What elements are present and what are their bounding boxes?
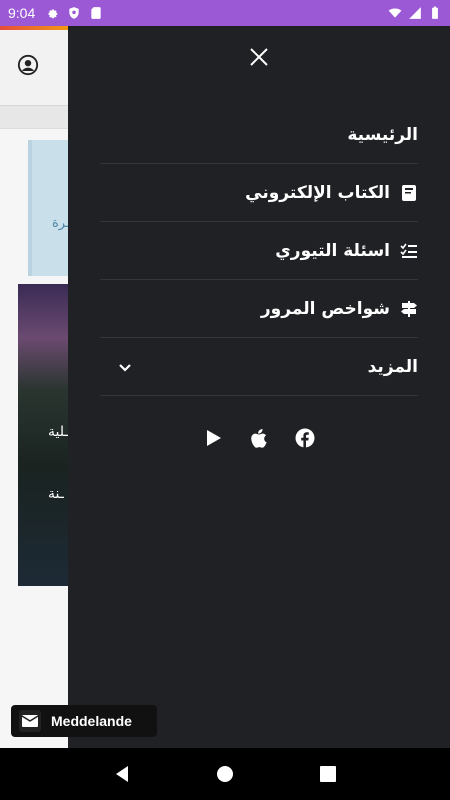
menu-item-label: الكتاب الإلكتروني xyxy=(245,182,390,203)
play-store-icon[interactable] xyxy=(203,428,223,448)
back-button[interactable] xyxy=(112,764,132,784)
checklist-icon xyxy=(400,242,418,260)
home-button[interactable] xyxy=(215,764,235,784)
menu-item-theory-questions[interactable]: اسئلة التيوري xyxy=(100,222,418,280)
recents-icon xyxy=(320,766,337,782)
menu-item-more[interactable]: المزيد xyxy=(100,338,418,396)
background-photo-text: ـنة xyxy=(48,486,64,502)
navigation-drawer: الرئيسية الكتاب الإلكتروني اسئلة التيوري… xyxy=(68,26,450,748)
menu-item-road-signs[interactable]: شواخص المرور xyxy=(100,280,418,338)
apple-icon[interactable] xyxy=(249,428,269,448)
background-photo-text: ـلية xyxy=(48,424,69,440)
close-button[interactable] xyxy=(246,44,272,70)
facebook-icon[interactable] xyxy=(295,428,315,448)
back-icon xyxy=(115,766,128,782)
book-icon xyxy=(400,184,418,202)
menu-item-ebook[interactable]: الكتاب الإلكتروني xyxy=(100,164,418,222)
sd-card-icon xyxy=(91,7,101,19)
menu-item-label: المزيد xyxy=(367,356,418,377)
menu-item-label: اسئلة التيوري xyxy=(275,240,390,261)
mail-icon xyxy=(19,710,41,732)
wifi-icon xyxy=(388,8,402,18)
signal-icon xyxy=(409,7,421,19)
close-icon xyxy=(250,48,268,66)
message-button[interactable]: Meddelande xyxy=(11,705,157,737)
system-navigation-bar xyxy=(0,748,450,800)
drawer-menu: الرئيسية الكتاب الإلكتروني اسئلة التيوري… xyxy=(100,106,418,396)
menu-item-label: الرئيسية xyxy=(347,124,418,145)
home-icon xyxy=(216,766,233,782)
gear-icon xyxy=(48,9,58,19)
account-icon[interactable] xyxy=(17,54,39,76)
signpost-icon xyxy=(400,300,418,318)
shield-icon xyxy=(69,7,79,19)
message-button-label: Meddelande xyxy=(51,713,132,729)
menu-item-home[interactable]: الرئيسية xyxy=(100,106,418,164)
chevron-down-icon[interactable] xyxy=(116,358,134,376)
social-links xyxy=(68,428,450,448)
battery-icon xyxy=(432,6,438,19)
status-bar: 9:04 xyxy=(0,0,450,26)
status-time: 9:04 xyxy=(8,5,36,21)
header-accent-bar xyxy=(0,26,70,30)
menu-item-label: شواخص المرور xyxy=(260,298,390,319)
recents-button[interactable] xyxy=(318,764,338,784)
